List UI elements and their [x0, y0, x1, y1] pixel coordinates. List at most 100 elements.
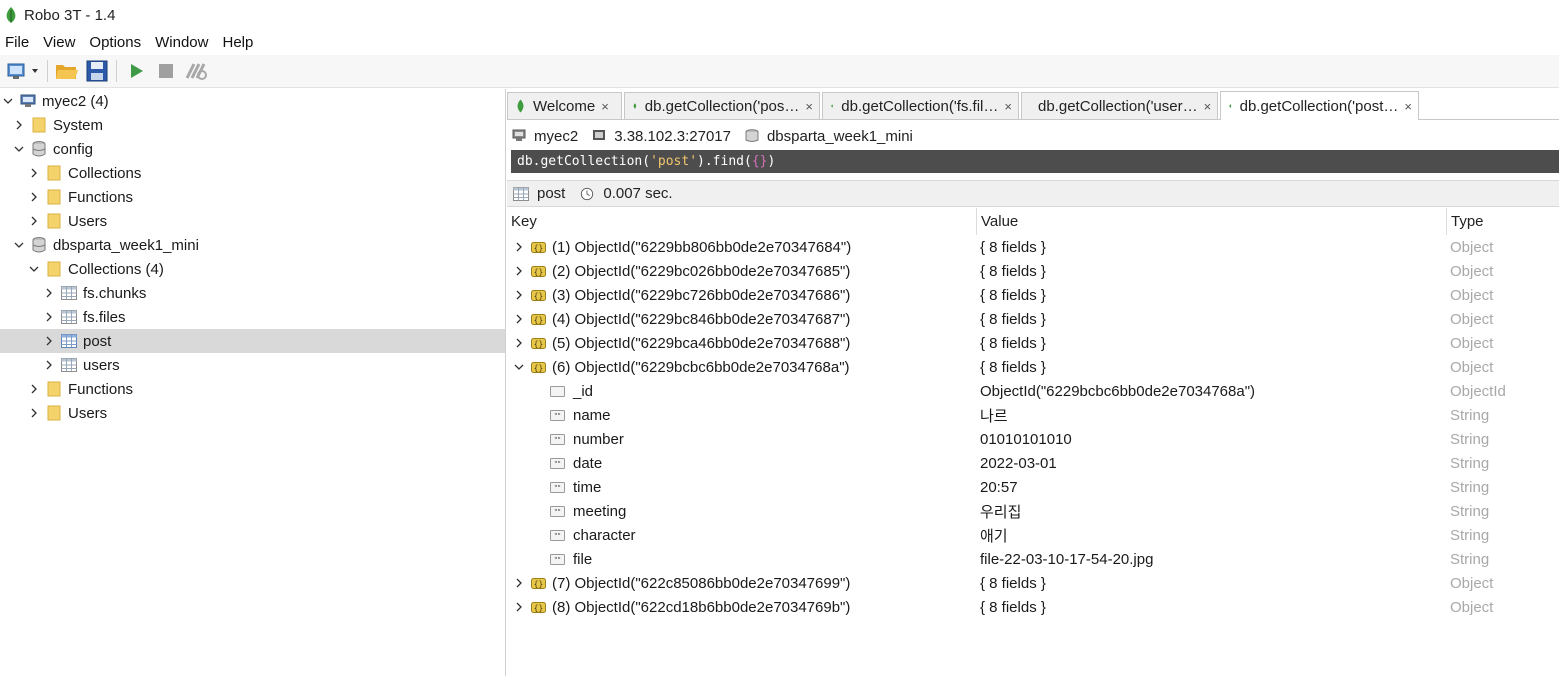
chevron-right-icon[interactable] [28, 167, 40, 179]
query-tabs: Welcome × db.getCollection('pos… × db.ge… [507, 91, 1559, 120]
row-key: (2) ObjectId("6229bc026bb0de2e70347685") [552, 262, 851, 280]
document-row[interactable]: {} (2) ObjectId("6229bc026bb0de2e70347685… [507, 259, 1559, 283]
column-type[interactable]: Type [1447, 208, 1559, 235]
tab-label: db.getCollection('fs.fil… [841, 97, 999, 115]
field-row[interactable]: "" number 01010101010 String [507, 427, 1559, 451]
stop-icon [159, 64, 173, 78]
menu-view[interactable]: View [38, 34, 81, 51]
tree-item-label: users [83, 356, 120, 374]
tree-item-collection[interactable]: fs.chunks [0, 281, 505, 305]
document-row[interactable]: {} (3) ObjectId("6229bc726bb0de2e70347686… [507, 283, 1559, 307]
tree-item-server[interactable]: myec2 (4) [0, 89, 505, 113]
chevron-right-icon[interactable] [513, 337, 525, 349]
chevron-down-icon[interactable] [28, 263, 40, 275]
tree-item-functions[interactable]: Functions [0, 185, 505, 209]
query-editor[interactable]: db.getCollection('post').find({}) [511, 150, 1559, 173]
tree-item-collection[interactable]: users [0, 353, 505, 377]
chevron-right-icon[interactable] [28, 383, 40, 395]
folder-icon [31, 117, 47, 133]
svg-text:{}: {} [534, 339, 544, 348]
tab-welcome[interactable]: Welcome × [507, 92, 622, 119]
chevron-right-icon[interactable] [28, 215, 40, 227]
tree-item-users[interactable]: Users [0, 401, 505, 425]
field-row[interactable]: "" meeting 우리집 String [507, 499, 1559, 523]
close-icon[interactable]: × [1404, 99, 1412, 114]
tree-item-collection-selected[interactable]: post [0, 329, 505, 353]
chevron-right-icon[interactable] [43, 287, 55, 299]
tab-query[interactable]: db.getCollection('fs.fil… × [822, 92, 1019, 119]
close-icon[interactable]: × [1004, 99, 1012, 114]
close-icon[interactable]: × [601, 99, 609, 114]
document-row[interactable]: {} (5) ObjectId("6229bca46bb0de2e70347688… [507, 331, 1559, 355]
chevron-right-icon[interactable] [513, 265, 525, 277]
field-row[interactable]: "" time 20:57 String [507, 475, 1559, 499]
folder-icon [46, 405, 62, 421]
tab-query[interactable]: db.getCollection('user… × [1021, 92, 1218, 119]
close-icon[interactable]: × [1204, 99, 1212, 114]
field-row[interactable]: "" character 애기 String [507, 523, 1559, 547]
chevron-right-icon[interactable] [28, 191, 40, 203]
run-button[interactable] [121, 57, 151, 85]
column-key[interactable]: Key [507, 208, 977, 235]
row-key: (6) ObjectId("6229bcbc6bb0de2e7034768a") [552, 358, 850, 376]
chevron-right-icon[interactable] [513, 313, 525, 325]
format-button[interactable] [181, 57, 211, 85]
chevron-right-icon[interactable] [43, 311, 55, 323]
tree-item-config[interactable]: config [0, 137, 505, 161]
chevron-right-icon[interactable] [513, 241, 525, 253]
tab-query-active[interactable]: db.getCollection('post… × [1220, 91, 1419, 120]
chevron-down-icon[interactable] [13, 239, 25, 251]
svg-text:"": "" [554, 508, 560, 516]
field-type: String [1450, 454, 1490, 472]
field-row[interactable]: "" name 나르 String [507, 403, 1559, 427]
connect-button[interactable] [3, 57, 43, 85]
stop-button[interactable] [151, 57, 181, 85]
column-value[interactable]: Value [977, 208, 1447, 235]
row-type: Object [1450, 238, 1494, 256]
chevron-right-icon[interactable] [43, 359, 55, 371]
object-icon: {} [531, 337, 546, 349]
object-icon: {} [531, 265, 546, 277]
open-button[interactable] [52, 57, 82, 85]
chevron-down-icon[interactable] [13, 143, 25, 155]
tree-item-collection[interactable]: fs.files [0, 305, 505, 329]
document-row[interactable]: {} (1) ObjectId("6229bb806bb0de2e70347684… [507, 235, 1559, 259]
leaf-icon [1229, 104, 1232, 108]
tree-item-collections[interactable]: Collections [0, 161, 505, 185]
field-row[interactable]: "" date 2022-03-01 String [507, 451, 1559, 475]
computer-icon [593, 130, 606, 140]
close-icon[interactable]: × [805, 99, 813, 114]
document-row[interactable]: {} (8) ObjectId("622cd18b6bb0de2e7034769b… [507, 595, 1559, 619]
tree-item-users[interactable]: Users [0, 209, 505, 233]
tree-item-label: Collections (4) [68, 260, 164, 278]
menu-window[interactable]: Window [150, 34, 214, 51]
folder-icon [46, 261, 62, 277]
tab-query[interactable]: db.getCollection('pos… × [624, 92, 820, 119]
tree-item-database[interactable]: dbsparta_week1_mini [0, 233, 505, 257]
chevron-right-icon[interactable] [28, 407, 40, 419]
chevron-down-icon[interactable] [2, 95, 14, 107]
tree-item-collections[interactable]: Collections (4) [0, 257, 505, 281]
chevron-down-icon[interactable] [513, 361, 525, 373]
chevron-right-icon[interactable] [513, 601, 525, 613]
document-row[interactable]: {} (4) ObjectId("6229bc846bb0de2e70347687… [507, 307, 1559, 331]
row-type: Object [1450, 310, 1494, 328]
menu-options[interactable]: Options [84, 34, 147, 51]
save-button[interactable] [82, 57, 112, 85]
field-row[interactable]: "" file file-22-03-10-17-54-20.jpg String [507, 547, 1559, 571]
tree-item-system[interactable]: System [0, 113, 505, 137]
query-middle: ).find( [697, 154, 752, 169]
chevron-right-icon[interactable] [43, 335, 55, 347]
row-value: { 8 fields } [980, 238, 1046, 256]
field-row[interactable]: _id ObjectId("6229bcbc6bb0de2e7034768a")… [507, 379, 1559, 403]
field-type: String [1450, 502, 1490, 520]
menu-file[interactable]: File [0, 34, 35, 51]
menu-help[interactable]: Help [217, 34, 259, 51]
chevron-right-icon[interactable] [513, 289, 525, 301]
document-row[interactable]: {} (7) ObjectId("622c85086bb0de2e70347699… [507, 571, 1559, 595]
grid-header: Key Value Type [507, 208, 1559, 235]
document-row-expanded[interactable]: {} (6) ObjectId("6229bcbc6bb0de2e7034768a… [507, 355, 1559, 379]
tree-item-functions[interactable]: Functions [0, 377, 505, 401]
chevron-right-icon[interactable] [513, 577, 525, 589]
chevron-right-icon[interactable] [13, 119, 25, 131]
